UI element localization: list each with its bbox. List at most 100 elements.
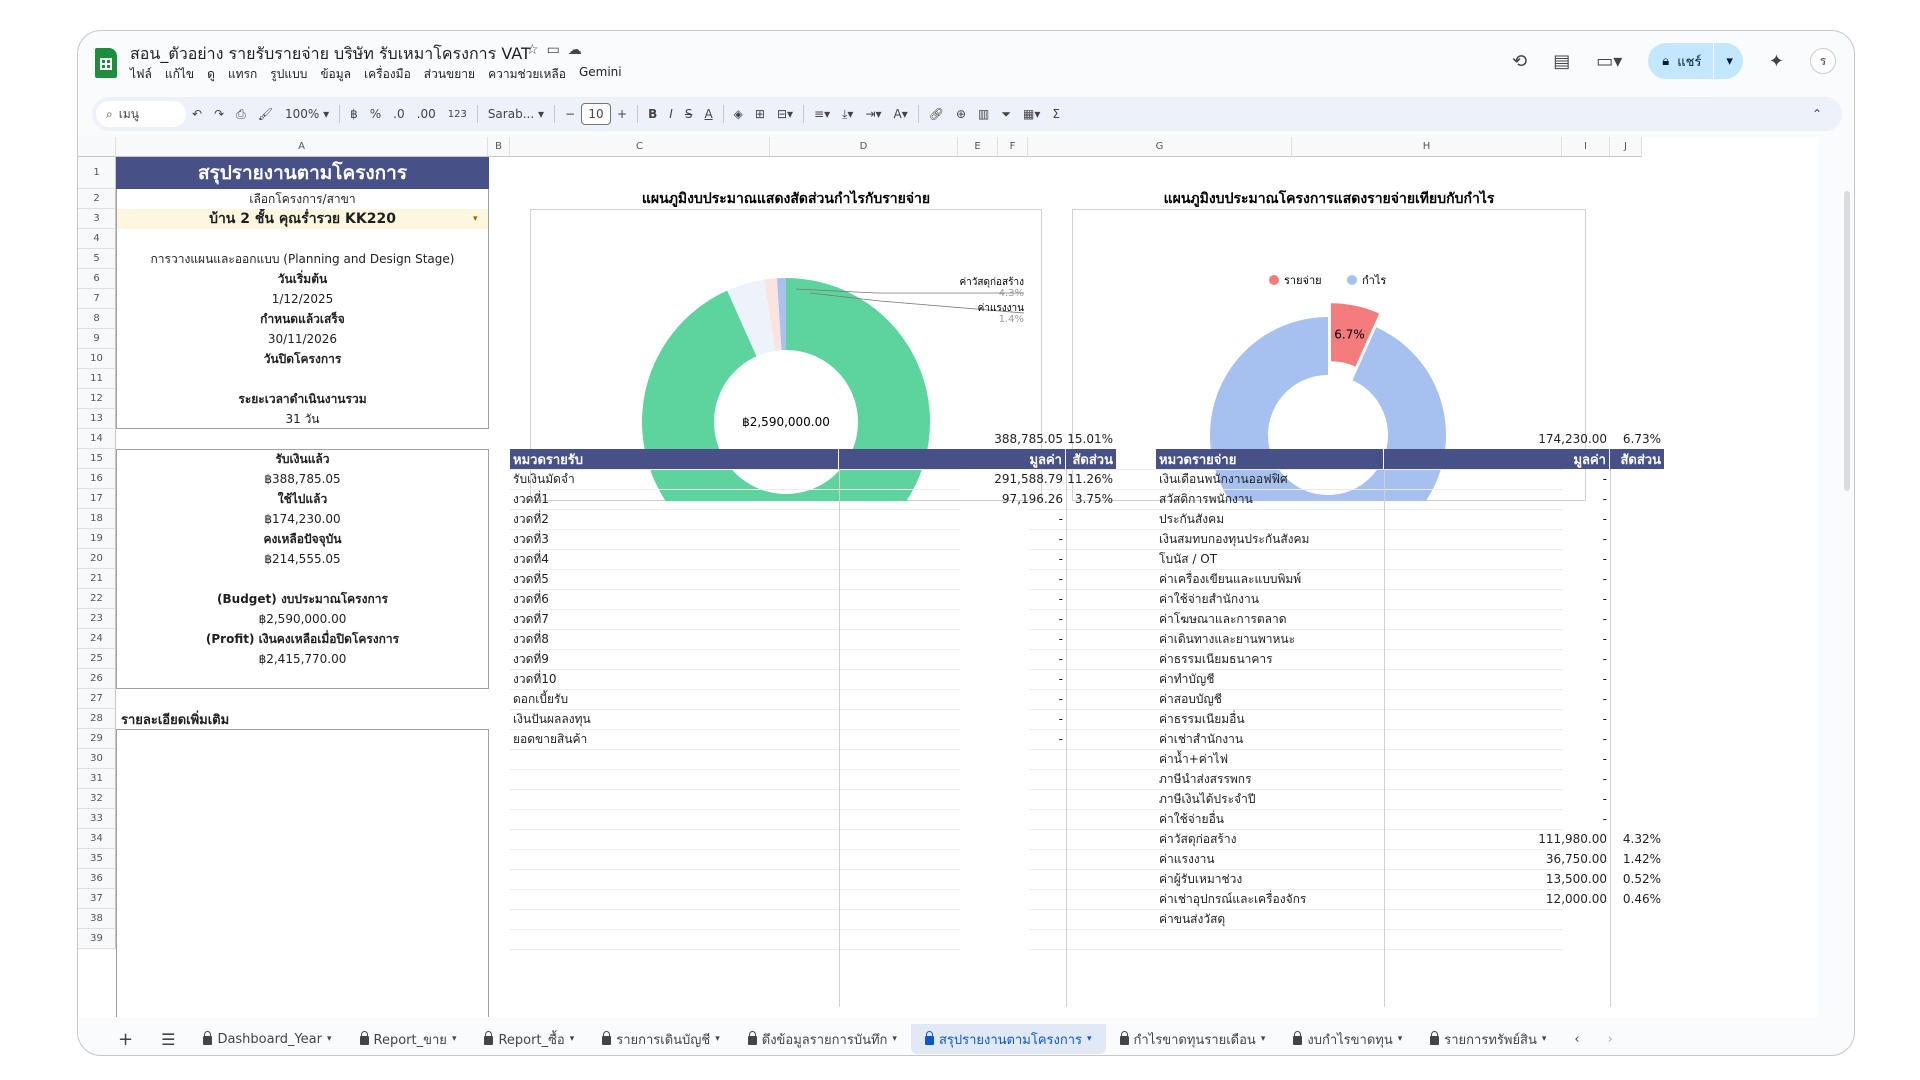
history-icon[interactable]: ⟲ xyxy=(1512,51,1527,72)
column-header-E[interactable]: E xyxy=(958,137,998,157)
row-header-7[interactable]: 7 xyxy=(78,289,116,309)
row-header-22[interactable]: 22 xyxy=(78,589,116,609)
column-header-D[interactable]: D xyxy=(770,137,958,157)
sheet-tab-0[interactable]: Dashboard_Year ▾ xyxy=(189,1024,345,1054)
font-select[interactable]: Sarab... ▾ xyxy=(482,107,550,121)
chevron-down-icon[interactable]: ▾ xyxy=(1087,1034,1092,1044)
bold-icon[interactable]: B xyxy=(642,107,663,121)
menu-item-8[interactable]: ความช่วยเหลือ xyxy=(488,65,566,84)
merge-cells-icon[interactable]: ⊟▾ xyxy=(771,107,799,121)
row-header-11[interactable]: 11 xyxy=(78,369,116,389)
folder-icon[interactable]: ▭ xyxy=(547,42,568,58)
fill-color-icon[interactable]: ◈ xyxy=(728,107,749,121)
chevron-down-icon[interactable]: ▾ xyxy=(327,1034,332,1044)
menu-item-2[interactable]: ดู xyxy=(207,65,215,84)
sheet-tab-6[interactable]: กำไรขาดทุนรายเดือน ▾ xyxy=(1106,1024,1280,1054)
text-rotate-icon[interactable]: A▾ xyxy=(888,107,914,121)
redo-icon[interactable]: ↷ xyxy=(208,107,230,121)
currency-button[interactable]: ฿ xyxy=(344,107,364,121)
row-header-39[interactable]: 39 xyxy=(78,929,116,949)
chevron-down-icon[interactable]: ▾ xyxy=(1726,54,1733,69)
row-header-37[interactable]: 37 xyxy=(78,889,116,909)
menu-item-0[interactable]: ไฟล์ xyxy=(130,65,152,84)
row-header-21[interactable]: 21 xyxy=(78,569,116,589)
row-header-13[interactable]: 13 xyxy=(78,409,116,429)
sheet-tab-2[interactable]: Report_ซื้อ ▾ xyxy=(470,1024,588,1054)
increase-decimal-button[interactable]: .00 xyxy=(411,107,442,121)
meet-icon[interactable]: ▭▾ xyxy=(1596,51,1622,72)
row-header-15[interactable]: 15 xyxy=(78,449,116,469)
font-size-decrease-icon[interactable]: − xyxy=(559,107,581,121)
print-icon[interactable]: ⎙ xyxy=(230,107,252,122)
chevron-down-icon[interactable]: ▾ xyxy=(570,1034,575,1044)
collapse-toolbar-icon[interactable]: ⌃ xyxy=(1806,107,1828,121)
row-header-8[interactable]: 8 xyxy=(78,309,116,329)
row-header-1[interactable]: 1 xyxy=(78,157,116,189)
row-header-6[interactable]: 6 xyxy=(78,269,116,289)
row-header-35[interactable]: 35 xyxy=(78,849,116,869)
chevron-down-icon[interactable]: ▾ xyxy=(452,1034,457,1044)
row-header-38[interactable]: 38 xyxy=(78,909,116,929)
row-header-10[interactable]: 10 xyxy=(78,349,116,369)
zoom-select[interactable]: 100% ▾ xyxy=(279,107,335,121)
row-header-5[interactable]: 5 xyxy=(78,249,116,269)
row-header-34[interactable]: 34 xyxy=(78,829,116,849)
row-header-2[interactable]: 2 xyxy=(78,189,116,209)
star-icon[interactable]: ☆ xyxy=(526,42,547,58)
row-header-12[interactable]: 12 xyxy=(78,389,116,409)
decrease-decimal-button[interactable]: .0 xyxy=(387,107,410,121)
row-header-25[interactable]: 25 xyxy=(78,649,116,669)
document-title[interactable]: สอน_ตัวอย่าง รายรับรายจ่าย บริษัท รับเหม… xyxy=(130,42,531,67)
row-header-16[interactable]: 16 xyxy=(78,469,116,489)
strikethrough-icon[interactable]: S xyxy=(679,107,699,121)
row-header-33[interactable]: 33 xyxy=(78,809,116,829)
menu-item-5[interactable]: ข้อมูล xyxy=(320,65,351,84)
comments-icon[interactable]: ▤ xyxy=(1553,51,1570,72)
sheet-tab-4[interactable]: ดึงข้อมูลรายการบันทึก ▾ xyxy=(734,1024,911,1054)
column-header-J[interactable]: J xyxy=(1610,137,1642,157)
menu-item-3[interactable]: แทรก xyxy=(228,65,257,84)
row-header-4[interactable]: 4 xyxy=(78,229,116,249)
sheet-tab-8[interactable]: รายการทรัพย์สิน ▾ xyxy=(1416,1024,1560,1054)
row-header-9[interactable]: 9 xyxy=(78,329,116,349)
number-format-button[interactable]: 123 xyxy=(442,109,473,120)
row-header-3[interactable]: 3 xyxy=(78,209,116,229)
italic-icon[interactable]: I xyxy=(663,107,679,121)
font-size-increase-icon[interactable]: + xyxy=(611,107,633,121)
row-header-31[interactable]: 31 xyxy=(78,769,116,789)
sheet-tab-1[interactable]: Report_ขาย ▾ xyxy=(346,1024,471,1054)
menu-item-4[interactable]: รูปแบบ xyxy=(270,65,307,84)
menu-search[interactable]: ⌕ เมนู xyxy=(96,101,186,127)
font-size-input[interactable]: 10 xyxy=(581,103,612,125)
vertical-scrollbar[interactable] xyxy=(1844,191,1850,491)
row-header-28[interactable]: 28 xyxy=(78,709,116,729)
column-header-G[interactable]: G xyxy=(1028,137,1292,157)
column-header-C[interactable]: C xyxy=(510,137,770,157)
row-header-24[interactable]: 24 xyxy=(78,629,116,649)
row-header-14[interactable]: 14 xyxy=(78,429,116,449)
paint-format-icon[interactable]: 🖌︎ xyxy=(252,107,279,121)
menu-item-7[interactable]: ส่วนขยาย xyxy=(424,65,475,84)
text-wrap-icon[interactable]: ⇥▾ xyxy=(859,107,887,121)
chevron-down-icon[interactable]: ▾ xyxy=(1542,1034,1547,1044)
row-header-20[interactable]: 20 xyxy=(78,549,116,569)
add-sheet-icon[interactable]: + xyxy=(78,1024,147,1054)
chevron-down-icon[interactable]: ▾ xyxy=(892,1034,897,1044)
row-header-18[interactable]: 18 xyxy=(78,509,116,529)
sheets-logo-icon[interactable] xyxy=(95,48,117,78)
chevron-down-icon[interactable]: ▾ xyxy=(715,1034,720,1044)
chart-icon[interactable]: ▥ xyxy=(972,107,995,121)
column-header-B[interactable]: B xyxy=(488,137,510,157)
filter-icon[interactable]: ⏷ xyxy=(995,107,1017,122)
chevron-down-icon[interactable]: ▾ xyxy=(1261,1034,1266,1044)
gemini-icon[interactable]: ✦ xyxy=(1769,51,1784,72)
tabs-scroll-left-icon[interactable]: ‹ xyxy=(1560,1024,1593,1054)
dropdown-chevron-icon[interactable]: ▾ xyxy=(470,209,481,229)
sheet-tab-5[interactable]: สรุปรายงานตามโครงการ ▾ xyxy=(910,1024,1106,1054)
comment-icon[interactable]: ⊕ xyxy=(950,107,972,121)
menu-item-9[interactable]: Gemini xyxy=(579,65,622,84)
row-header-30[interactable]: 30 xyxy=(78,749,116,769)
select-all-corner[interactable] xyxy=(78,137,116,157)
menu-item-1[interactable]: แก้ไข xyxy=(165,65,194,84)
avatar[interactable]: ร xyxy=(1810,48,1836,74)
